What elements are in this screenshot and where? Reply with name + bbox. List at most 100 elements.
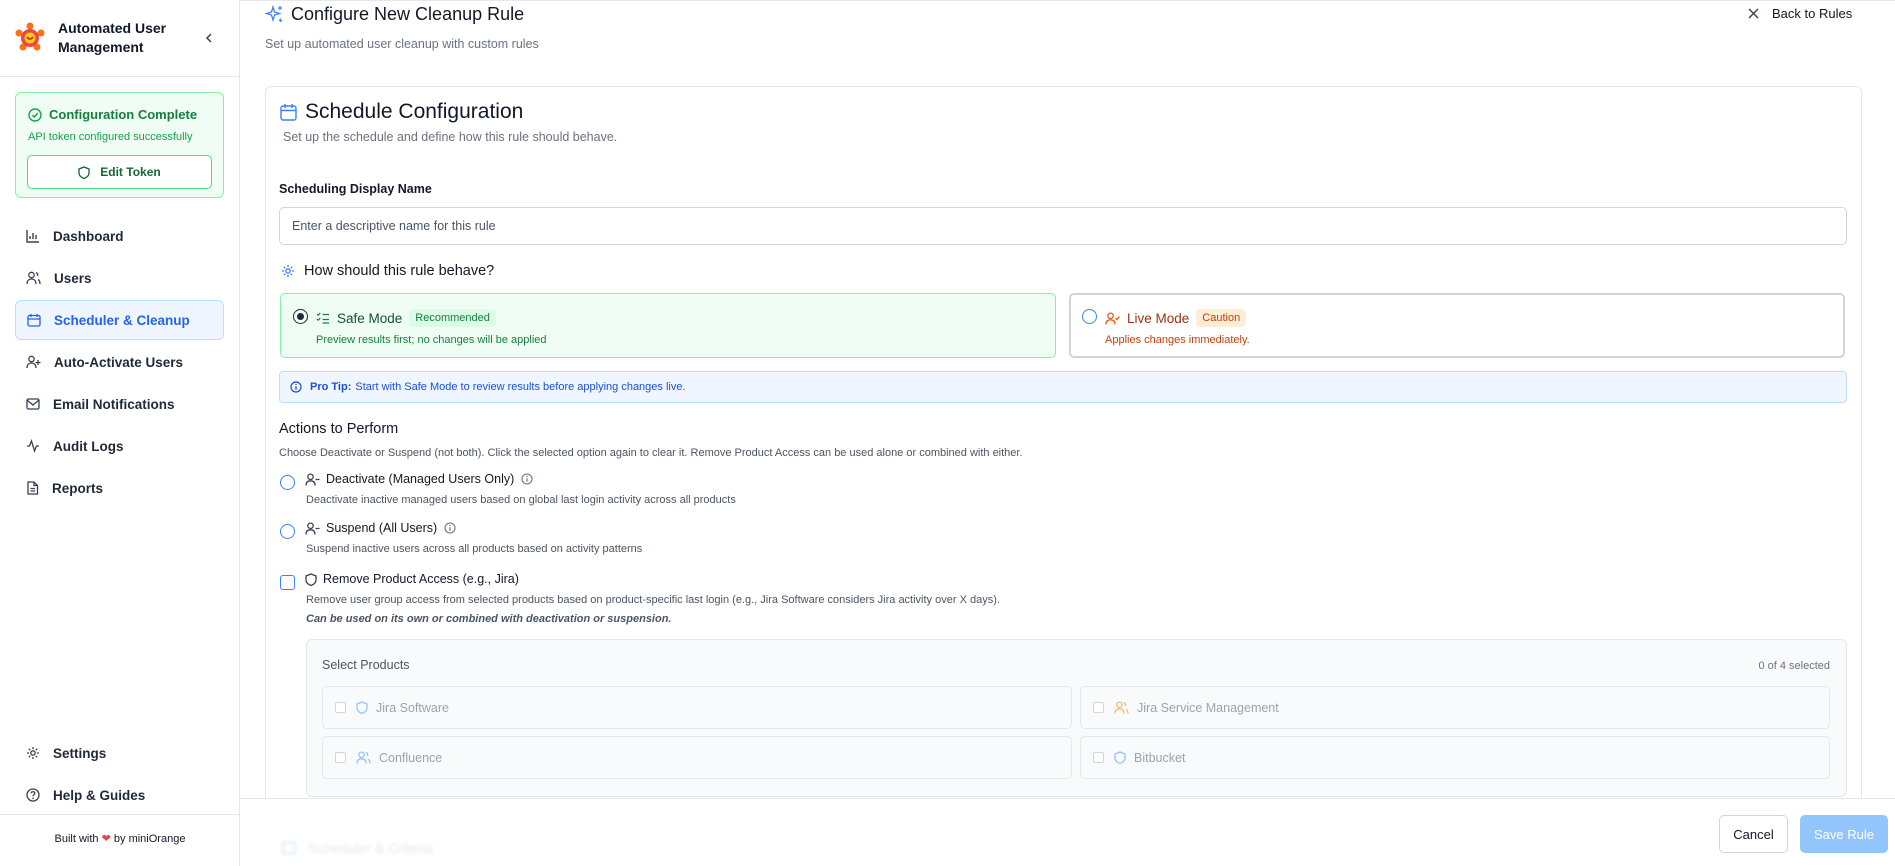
config-subtitle: API token configured successfully — [28, 131, 193, 143]
suspend-label: Suspend (All Users) — [326, 521, 438, 535]
section-subtitle: Set up the schedule and define how this … — [283, 130, 618, 144]
display-name-input[interactable] — [279, 207, 1847, 245]
product-selector: Select Products 0 of 4 selected Jira Sof… — [306, 639, 1847, 797]
info-icon[interactable] — [444, 522, 456, 534]
behavior-heading: How should this rule behave? — [281, 263, 494, 279]
live-mode-radio[interactable] — [1082, 309, 1097, 324]
live-mode-option[interactable]: Live Mode Caution Applies changes immedi… — [1069, 293, 1845, 358]
calendar-icon — [280, 104, 297, 121]
product-checkbox[interactable] — [335, 752, 346, 763]
back-to-rules-button[interactable]: Back to Rules — [1748, 6, 1852, 21]
sidebar-item-label: Dashboard — [53, 228, 124, 244]
action-footer — [240, 798, 1895, 866]
page-subtitle: Set up automated user cleanup with custo… — [265, 37, 539, 51]
page-header: Configure New Cleanup Rule Set up automa… — [265, 4, 539, 51]
actions-subtitle: Choose Deactivate or Suspend (not both).… — [279, 447, 1023, 459]
display-name-label: Scheduling Display Name — [279, 182, 432, 196]
products-count: 0 of 4 selected — [1758, 660, 1830, 672]
pro-tip-label: Pro Tip: — [310, 381, 352, 393]
product-label: Bitbucket — [1134, 750, 1186, 765]
product-checkbox[interactable] — [1093, 702, 1104, 713]
pro-tip: Pro Tip: Start with Safe Mode to review … — [279, 371, 1847, 403]
built-prefix: Built with — [54, 833, 99, 845]
users-icon — [26, 271, 41, 285]
remove-access-checkbox[interactable] — [280, 575, 295, 590]
info-icon[interactable] — [521, 473, 533, 485]
behavior-heading-text: How should this rule behave? — [304, 263, 495, 279]
product-label: Jira Service Management — [1137, 700, 1279, 715]
safe-mode-desc: Preview results first; no changes will b… — [316, 334, 547, 346]
edit-token-label: Edit Token — [100, 165, 161, 179]
activity-icon — [27, 439, 39, 453]
sidebar-item-label: Users — [54, 270, 92, 286]
cancel-button[interactable]: Cancel — [1719, 815, 1788, 853]
user-minus-icon — [305, 521, 320, 535]
users-icon — [356, 751, 371, 764]
heart-icon: ❤ — [101, 833, 111, 845]
gear-icon — [27, 747, 39, 759]
check-circle-icon — [28, 107, 42, 122]
product-jira-service-management[interactable]: Jira Service Management — [1080, 686, 1830, 729]
sidebar-item-reports[interactable]: Reports — [15, 468, 224, 508]
product-jira-software[interactable]: Jira Software — [322, 686, 1072, 729]
sidebar-nav: Dashboard Users Scheduler & Cleanup Auto… — [15, 216, 224, 510]
info-icon — [290, 381, 302, 393]
sidebar-item-dashboard[interactable]: Dashboard — [15, 216, 224, 256]
edit-token-button[interactable]: Edit Token — [27, 155, 212, 189]
sidebar-item-auto-activate[interactable]: Auto-Activate Users — [15, 342, 224, 382]
shield-icon — [1114, 751, 1126, 764]
shield-icon — [78, 165, 90, 179]
product-checkbox[interactable] — [335, 702, 346, 713]
built-with-footer: Built with ❤ by miniOrange — [0, 832, 240, 845]
sidebar-item-label: Email Notifications — [53, 396, 175, 412]
close-icon — [1748, 8, 1759, 19]
file-text-icon — [27, 481, 39, 495]
help-circle-icon — [26, 788, 40, 802]
top-border — [240, 0, 1895, 1]
brand: Automated User Management — [0, 0, 239, 76]
sidebar-item-audit[interactable]: Audit Logs — [15, 426, 224, 466]
save-rule-button[interactable]: Save Rule — [1800, 815, 1888, 853]
safe-mode-label: Safe Mode — [337, 310, 403, 326]
built-suffix: by miniOrange — [113, 833, 186, 845]
sidebar-item-users[interactable]: Users — [15, 258, 224, 298]
deactivate-radio[interactable] — [280, 475, 295, 490]
config-status-card: Configuration Complete API token configu… — [15, 92, 224, 198]
sidebar-item-email[interactable]: Email Notifications — [15, 384, 224, 424]
sparkles-icon — [265, 5, 283, 23]
sidebar-item-label: Auto-Activate Users — [54, 354, 184, 370]
shield-icon — [356, 701, 368, 714]
sidebar-item-scheduler[interactable]: Scheduler & Cleanup — [15, 300, 224, 340]
products-title: Select Products — [322, 658, 410, 672]
chevron-left-icon[interactable] — [203, 32, 215, 44]
safe-mode-option[interactable]: Safe Mode Recommended Preview results fi… — [280, 293, 1056, 358]
calendar-icon — [282, 841, 296, 855]
calendar-icon — [27, 314, 41, 327]
sidebar-item-settings[interactable]: Settings — [15, 733, 224, 773]
remove-access-label: Remove Product Access (e.g., Jira) — [323, 572, 519, 586]
page-title-text: Configure New Cleanup Rule — [291, 4, 525, 24]
safe-mode-radio[interactable] — [293, 309, 308, 324]
faded-section-text: Scheduler & Criteria — [308, 840, 434, 856]
actions-title: Actions to Perform — [279, 421, 399, 437]
shield-icon — [305, 572, 317, 586]
product-checkbox[interactable] — [1093, 752, 1104, 763]
logo-icon — [15, 22, 45, 51]
product-label: Jira Software — [376, 700, 449, 715]
product-bitbucket[interactable]: Bitbucket — [1080, 736, 1830, 779]
sidebar-item-label: Help & Guides — [53, 787, 146, 803]
user-minus-icon — [305, 472, 320, 486]
sidebar-bottom-nav: Settings Help & Guides — [15, 733, 224, 817]
remove-access-note: Can be used on its own or combined with … — [306, 613, 672, 625]
pro-tip-text: Start with Safe Mode to review results b… — [355, 381, 686, 393]
page-title: Configure New Cleanup Rule — [265, 4, 539, 25]
product-confluence[interactable]: Confluence — [322, 736, 1072, 779]
back-label: Back to Rules — [1772, 6, 1853, 21]
sidebar-item-help[interactable]: Help & Guides — [15, 775, 224, 815]
mail-icon — [26, 398, 40, 410]
remove-access-desc: Remove user group access from selected p… — [306, 594, 1000, 606]
suspend-radio[interactable] — [280, 524, 295, 539]
caution-badge: Caution — [1196, 309, 1247, 327]
suspend-desc: Suspend inactive users across all produc… — [306, 543, 643, 555]
divider — [0, 76, 240, 77]
